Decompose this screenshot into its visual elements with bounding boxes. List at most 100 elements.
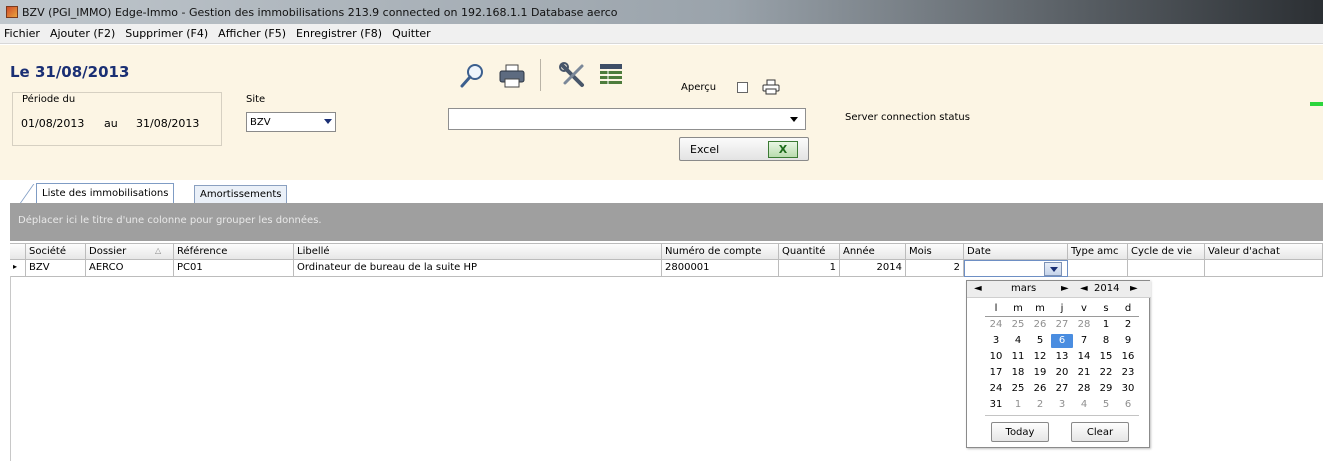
- calendar-year: 2014: [1094, 283, 1120, 294]
- calendar-day[interactable]: 20: [1051, 367, 1073, 378]
- menu-quitter[interactable]: Quitter: [392, 27, 431, 40]
- calendar-day[interactable]: 2: [1029, 399, 1051, 410]
- chevron-down-icon: [324, 119, 332, 124]
- menu-afficher[interactable]: Afficher (F5): [218, 27, 286, 40]
- column-header-date[interactable]: Date: [964, 243, 1068, 260]
- calendar-day[interactable]: 22: [1095, 367, 1117, 378]
- calendar-day[interactable]: 6: [1051, 334, 1073, 348]
- chevron-down-icon: [790, 117, 798, 122]
- calendar-day[interactable]: 15: [1095, 351, 1117, 362]
- column-header-cycle-de-vie[interactable]: Cycle de vie: [1128, 243, 1205, 260]
- calendar-day[interactable]: 13: [1051, 351, 1073, 362]
- calendar-day[interactable]: 10: [985, 351, 1007, 362]
- calendar-day[interactable]: 6: [1117, 399, 1139, 410]
- site-select[interactable]: BZV: [246, 112, 336, 132]
- cell-annee[interactable]: 2014: [840, 260, 906, 277]
- column-header-quantite[interactable]: Quantité: [779, 243, 840, 260]
- cell-reference[interactable]: PC01: [174, 260, 294, 277]
- row-selector-icon[interactable]: ▸: [10, 260, 26, 277]
- clear-button[interactable]: Clear: [1071, 422, 1129, 442]
- column-header-reference[interactable]: Référence: [174, 243, 294, 260]
- column-header-annee[interactable]: Année: [840, 243, 906, 260]
- apercu-checkbox[interactable]: [737, 82, 748, 93]
- calendar-day[interactable]: 19: [1029, 367, 1051, 378]
- calendar-day[interactable]: 25: [1007, 319, 1029, 330]
- tools-icon[interactable]: [558, 61, 588, 91]
- calendar-day[interactable]: 24: [985, 319, 1007, 330]
- row-selector-header: [10, 243, 26, 260]
- excel-button[interactable]: Excel X: [679, 137, 809, 161]
- calendar-day[interactable]: 3: [985, 335, 1007, 346]
- menu-fichier[interactable]: Fichier: [4, 27, 40, 40]
- next-month-button[interactable]: ►: [1061, 283, 1069, 294]
- calendar-day[interactable]: 9: [1117, 335, 1139, 346]
- weekday-label: l: [994, 303, 998, 314]
- calendar-day[interactable]: 28: [1073, 319, 1095, 330]
- cell-cycle-de-vie[interactable]: [1128, 260, 1205, 277]
- column-header-libelle[interactable]: Libellé: [294, 243, 662, 260]
- calendar-day[interactable]: 5: [1095, 399, 1117, 410]
- today-button[interactable]: Today: [991, 422, 1049, 442]
- calendar-day[interactable]: 3: [1051, 399, 1073, 410]
- period-to-field[interactable]: 31/08/2013: [136, 117, 199, 130]
- calendar-day[interactable]: 30: [1117, 383, 1139, 394]
- cell-numero-compte[interactable]: 2800001: [662, 260, 779, 277]
- cell-valeur-achat[interactable]: [1205, 260, 1323, 277]
- column-header-mois[interactable]: Mois: [906, 243, 964, 260]
- cell-libelle[interactable]: Ordinateur de bureau de la suite HP: [294, 260, 662, 277]
- column-header-numero-compte[interactable]: Numéro de compte: [662, 243, 779, 260]
- print-preview-icon[interactable]: [762, 79, 780, 95]
- calendar-day[interactable]: 31: [985, 399, 1007, 410]
- cell-type-amc[interactable]: [1068, 260, 1128, 277]
- calendar-day[interactable]: 17: [985, 367, 1007, 378]
- date-dropdown-button[interactable]: [1044, 262, 1062, 276]
- calendar-day[interactable]: 2: [1117, 319, 1139, 330]
- calendar-day[interactable]: 14: [1073, 351, 1095, 362]
- calendar-day[interactable]: 1: [1095, 319, 1117, 330]
- calendar-day[interactable]: 8: [1095, 335, 1117, 346]
- menu-enregistrer[interactable]: Enregistrer (F8): [296, 27, 382, 40]
- menu-supprimer[interactable]: Supprimer (F4): [125, 27, 208, 40]
- cell-dossier[interactable]: AERCO: [86, 260, 174, 277]
- column-header-valeur-achat[interactable]: Valeur d'achat: [1205, 243, 1323, 260]
- calendar-day[interactable]: 27: [1051, 383, 1073, 394]
- calendar-day[interactable]: 23: [1117, 367, 1139, 378]
- group-by-panel[interactable]: Déplacer ici le titre d'une colonne pour…: [10, 203, 1323, 241]
- calendar-day[interactable]: 26: [1029, 383, 1051, 394]
- prev-month-button[interactable]: ◄: [974, 283, 982, 294]
- calendar-day[interactable]: 7: [1073, 335, 1095, 346]
- cell-quantite[interactable]: 1: [779, 260, 840, 277]
- calendar-weeks: 24 25 26 27 28 1 2 3 4 5 6 7 8 9 10 11 12 13 14 15 16 17 18 19 2…: [985, 317, 1139, 413]
- calendar-day[interactable]: 1: [1007, 399, 1029, 410]
- calendar-day[interactable]: 28: [1073, 383, 1095, 394]
- calendar-day[interactable]: 12: [1029, 351, 1051, 362]
- calendar-day[interactable]: 25: [1007, 383, 1029, 394]
- table-icon[interactable]: [596, 61, 626, 91]
- search-icon[interactable]: [458, 61, 488, 91]
- tab-liste-immobilisations[interactable]: Liste des immobilisations: [36, 183, 175, 203]
- period-from-field[interactable]: 01/08/2013: [21, 117, 84, 130]
- printer-icon[interactable]: [497, 61, 527, 91]
- calendar-day[interactable]: 16: [1117, 351, 1139, 362]
- calendar-day[interactable]: 29: [1095, 383, 1117, 394]
- cell-societe[interactable]: BZV: [26, 260, 86, 277]
- calendar-day[interactable]: 27: [1051, 319, 1073, 330]
- prev-year-button[interactable]: ◄: [1080, 283, 1088, 294]
- cell-mois[interactable]: 2: [906, 260, 964, 277]
- filter-combo[interactable]: [448, 108, 806, 130]
- tab-amortissements[interactable]: Amortissements: [194, 185, 288, 203]
- column-header-societe[interactable]: Société: [26, 243, 86, 260]
- menu-ajouter[interactable]: Ajouter (F2): [50, 27, 115, 40]
- calendar-day[interactable]: 18: [1007, 367, 1029, 378]
- column-header-type-amc[interactable]: Type amc: [1068, 243, 1128, 260]
- calendar-day[interactable]: 21: [1073, 367, 1095, 378]
- calendar-week-row: 3456789: [985, 333, 1139, 349]
- next-year-button[interactable]: ►: [1130, 283, 1138, 294]
- calendar-day[interactable]: 4: [1073, 399, 1095, 410]
- calendar-day[interactable]: 11: [1007, 351, 1029, 362]
- calendar-day[interactable]: 24: [985, 383, 1007, 394]
- calendar-day[interactable]: 4: [1007, 335, 1029, 346]
- table-row[interactable]: ▸ BZV AERCO PC01 Ordinateur de bureau de…: [10, 260, 1323, 277]
- calendar-day[interactable]: 5: [1029, 335, 1051, 346]
- calendar-day[interactable]: 26: [1029, 319, 1051, 330]
